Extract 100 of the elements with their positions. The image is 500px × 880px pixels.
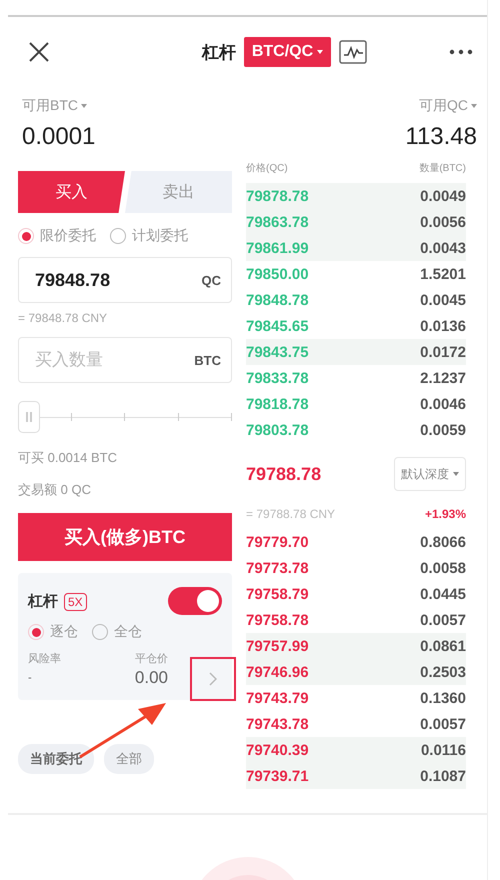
order-row[interactable]: 79833.78 2.1237 bbox=[246, 365, 466, 391]
order-row[interactable]: 79878.78 0.0049 bbox=[246, 183, 466, 209]
amount-text: 0.0046 bbox=[420, 396, 466, 412]
order-row[interactable]: 79743.78 0.0057 bbox=[246, 711, 466, 737]
price-text: 79779.70 bbox=[246, 534, 309, 550]
balance-value: 113.48 bbox=[405, 123, 477, 151]
buy-button[interactable]: 买入(做多)BTC bbox=[18, 513, 232, 561]
amount-text: 0.0172 bbox=[420, 344, 466, 360]
amount-text: 0.0136 bbox=[420, 318, 466, 334]
radio-label: 限价委托 bbox=[40, 227, 96, 245]
column-header: 数量(BTC) bbox=[419, 162, 466, 176]
risk-label: 风险率 bbox=[28, 652, 61, 666]
price-text: 79803.78 bbox=[246, 422, 309, 438]
order-row[interactable]: 79758.79 0.0445 bbox=[246, 581, 466, 607]
page-title: 杠杆 bbox=[202, 42, 236, 64]
converted-price: = 79848.78 CNY bbox=[18, 311, 108, 325]
amount-text: 0.0116 bbox=[420, 742, 466, 758]
order-row[interactable]: 79779.70 0.8066 bbox=[246, 529, 466, 555]
chevron-button[interactable] bbox=[190, 657, 236, 701]
price-text: 79878.78 bbox=[246, 188, 309, 204]
unit-label: BTC bbox=[194, 352, 221, 368]
order-row[interactable]: 79739.71 0.1087 bbox=[246, 763, 466, 789]
price-text: 79740.39 bbox=[246, 742, 309, 758]
caret-icon bbox=[81, 104, 87, 108]
radio-label: 计划委托 bbox=[132, 227, 188, 245]
amount-text: 0.1360 bbox=[420, 690, 466, 706]
price-text: 79743.79 bbox=[246, 690, 309, 706]
price-text: 79746.96 bbox=[246, 664, 309, 680]
order-row[interactable]: 79757.99 0.0861 bbox=[246, 633, 466, 659]
change-percent: +1.93% bbox=[424, 507, 466, 521]
radio-button[interactable] bbox=[92, 624, 108, 640]
amount-text: 0.0058 bbox=[420, 560, 466, 576]
price-text: 79758.79 bbox=[246, 586, 309, 602]
chart-icon[interactable] bbox=[339, 40, 368, 64]
last-price: 79788.78 bbox=[246, 464, 322, 484]
price-text: 79861.99 bbox=[246, 240, 309, 256]
column-header: 价格(QC) bbox=[246, 162, 288, 176]
price-text: 79845.65 bbox=[246, 318, 309, 334]
price-text: 79848.78 bbox=[246, 292, 309, 308]
order-row[interactable]: 79758.78 0.0057 bbox=[246, 607, 466, 633]
amount-slider[interactable] bbox=[18, 401, 232, 435]
amount-text: 0.0059 bbox=[420, 422, 466, 438]
amount-text: 0.0861 bbox=[420, 638, 466, 654]
amount-text: 0.0043 bbox=[420, 240, 466, 256]
order-row[interactable]: 79743.79 0.1360 bbox=[246, 685, 466, 711]
amount-text: 0.0045 bbox=[420, 292, 466, 308]
order-row[interactable]: 79848.78 0.0045 bbox=[246, 287, 466, 313]
price-text: 79758.78 bbox=[246, 612, 309, 628]
order-row[interactable]: 79845.65 0.0136 bbox=[246, 313, 466, 339]
price-text: 79863.78 bbox=[246, 214, 309, 230]
radio-label: 全仓 bbox=[114, 623, 142, 641]
amount-text: 0.8066 bbox=[420, 534, 466, 550]
depth-select[interactable]: 默认深度 bbox=[394, 457, 466, 491]
price-text: 79743.78 bbox=[246, 716, 309, 732]
risk-value: - bbox=[28, 672, 33, 684]
liquidation-value: 0.00 bbox=[134, 668, 168, 688]
order-row[interactable]: 79850.00 1.5201 bbox=[246, 261, 466, 287]
amount-text: 0.2503 bbox=[420, 664, 466, 680]
price-text: 79818.78 bbox=[246, 396, 309, 412]
radio-label: 逐仓 bbox=[50, 623, 78, 641]
amount-field[interactable]: 买入数量 BTC bbox=[18, 337, 232, 383]
amount-text: 0.0056 bbox=[420, 214, 466, 230]
order-row[interactable]: 79818.78 0.0046 bbox=[246, 391, 466, 417]
radio-button[interactable] bbox=[28, 624, 44, 640]
order-row[interactable]: 79861.99 0.0043 bbox=[246, 235, 466, 261]
balance-value: 0.0001 bbox=[22, 123, 96, 151]
leverage-switch[interactable] bbox=[168, 587, 222, 615]
unit-label: QC bbox=[202, 272, 221, 288]
amount-text: 0.0445 bbox=[420, 586, 466, 602]
close-icon[interactable] bbox=[28, 41, 50, 63]
turnover-text: 交易额 0 QC bbox=[18, 481, 92, 499]
more-icon[interactable] bbox=[448, 49, 473, 55]
filter-chip[interactable]: 当前委托 bbox=[18, 744, 94, 774]
multiplier-tag: 5X bbox=[64, 592, 87, 610]
order-row[interactable]: 79863.78 0.0056 bbox=[246, 209, 466, 235]
radio-button[interactable] bbox=[18, 228, 34, 244]
price-field[interactable]: 79848.78 QC bbox=[18, 257, 232, 303]
side-tab[interactable]: 买入 bbox=[18, 171, 125, 213]
radio-button[interactable] bbox=[110, 228, 126, 244]
price-text: 79739.71 bbox=[246, 768, 309, 784]
order-row[interactable]: 79740.39 0.0116 bbox=[246, 737, 466, 763]
order-row[interactable]: 79746.96 0.2503 bbox=[246, 659, 466, 685]
order-row[interactable]: 79773.78 0.0058 bbox=[246, 555, 466, 581]
amount-text: 0.0057 bbox=[420, 612, 466, 628]
amount-text: 1.5201 bbox=[420, 266, 466, 282]
order-row[interactable]: 79843.75 0.0172 bbox=[246, 339, 466, 365]
leverage-label: 杠杆 bbox=[28, 592, 58, 610]
price-text: 79850.00 bbox=[246, 266, 309, 282]
amount-text: 0.0057 bbox=[420, 716, 466, 732]
amount-text: 0.0049 bbox=[420, 188, 466, 204]
price-text: 79773.78 bbox=[246, 560, 309, 576]
price-text: 79833.78 bbox=[246, 370, 309, 386]
chevron-icon bbox=[209, 672, 217, 686]
liquidation-label: 平仓价 bbox=[135, 652, 168, 666]
price-text: 79757.99 bbox=[246, 638, 309, 654]
order-row[interactable]: 79803.78 0.0059 bbox=[246, 417, 466, 443]
last-price-cny: = 79788.78 CNY bbox=[246, 507, 336, 521]
amount-text: 2.1237 bbox=[420, 370, 466, 386]
caret-icon bbox=[317, 50, 324, 54]
pair-selector[interactable]: BTC/QC bbox=[244, 37, 332, 67]
